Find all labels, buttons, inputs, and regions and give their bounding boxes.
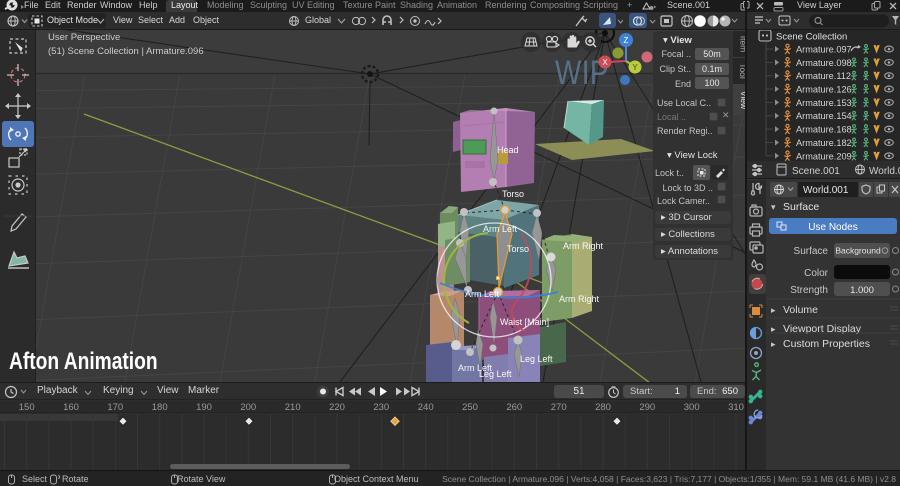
svg-text:X: X: [602, 58, 608, 67]
svg-text:Armature.112: Armature.112: [796, 71, 851, 81]
svg-text:1.000: 1.000: [850, 285, 874, 296]
svg-text:Scene Collection: Scene Collection: [776, 32, 847, 43]
svg-text:▾: ▾: [771, 202, 776, 212]
svg-text:Color: Color: [804, 268, 829, 279]
svg-text:Head: Head: [497, 145, 519, 155]
svg-text:Arm Left: Arm Left: [483, 224, 518, 234]
svg-text:Armature.154: Armature.154: [796, 111, 852, 121]
svg-text:Armature.126: Armature.126: [796, 85, 852, 95]
svg-text:Surface: Surface: [783, 201, 819, 213]
svg-text:Scene.001: Scene.001: [792, 166, 840, 177]
svg-text:User Perspective: User Perspective: [48, 32, 120, 43]
svg-text:Armature.182: Armature.182: [796, 138, 852, 148]
svg-text:Torso: Torso: [502, 189, 524, 199]
svg-text:Surface: Surface: [794, 246, 829, 257]
svg-text:Armature.209: Armature.209: [796, 151, 852, 161]
svg-text:Leg Left: Leg Left: [520, 354, 553, 364]
svg-text:Z: Z: [624, 36, 629, 45]
svg-text:(51) Scene Collection | Armatu: (51) Scene Collection | Armature.096: [48, 46, 204, 57]
svg-text:Y: Y: [632, 63, 638, 72]
svg-text:World.001: World.001: [803, 185, 849, 196]
svg-text:Arm Right: Arm Right: [563, 241, 604, 251]
svg-text:Waist [Main]: Waist [Main]: [500, 317, 549, 327]
svg-text:Arm Left: Arm Left: [465, 289, 500, 299]
svg-text:Armature.153: Armature.153: [796, 98, 852, 108]
svg-text:Volume: Volume: [783, 304, 818, 316]
svg-text:Torso: Torso: [507, 244, 529, 254]
svg-text:Strength: Strength: [790, 285, 828, 296]
svg-text:Armature.098: Armature.098: [796, 58, 852, 68]
svg-text:Leg Left: Leg Left: [479, 369, 512, 379]
svg-text:Background: Background: [835, 246, 881, 256]
svg-text:Use Nodes: Use Nodes: [808, 222, 857, 233]
svg-text:▸: ▸: [771, 305, 776, 315]
svg-text:Armature.097: Armature.097: [796, 45, 852, 55]
svg-text:World.00: World.00: [869, 166, 900, 177]
svg-text:Arm Right: Arm Right: [559, 294, 600, 304]
svg-text:Armature.168: Armature.168: [796, 125, 852, 135]
svg-text:▸: ▸: [771, 339, 776, 349]
svg-text:Custom Properties: Custom Properties: [783, 338, 870, 350]
